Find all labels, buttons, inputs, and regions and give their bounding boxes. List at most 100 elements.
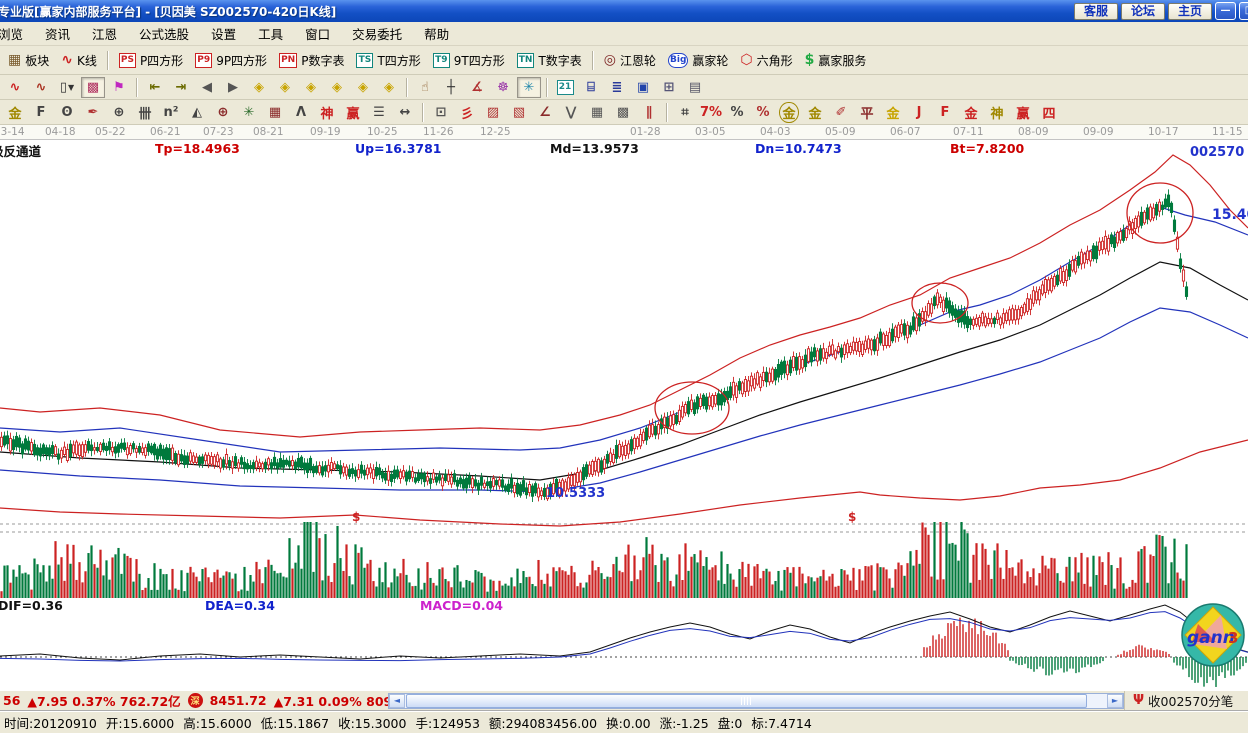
- ruler-123-icon[interactable]: ☰: [367, 102, 391, 123]
- kline-button[interactable]: ∿K线: [55, 50, 103, 71]
- ying-tool-icon[interactable]: 赢: [341, 102, 365, 123]
- menu-item-8[interactable]: 帮助: [413, 22, 460, 46]
- percent-lines-icon[interactable]: %: [751, 102, 775, 123]
- fan-rays-icon[interactable]: 彡: [455, 102, 479, 123]
- mirror-angle-icon[interactable]: ◭: [185, 102, 209, 123]
- pattern-select-icon[interactable]: ▩: [81, 77, 105, 98]
- kline-style-9-icon[interactable]: ∿: [29, 77, 53, 98]
- candle-style-icon-dropdown[interactable]: ▼: [68, 83, 74, 92]
- gold-ratio-icon[interactable]: 金: [3, 102, 27, 123]
- percent-7-icon[interactable]: 7%: [699, 102, 723, 123]
- fibonacci-grid-icon[interactable]: F: [29, 102, 53, 123]
- menu-item-7[interactable]: 交易委托: [341, 22, 413, 46]
- gann-compass-icon[interactable]: ⊕: [107, 102, 131, 123]
- price-scale-icon[interactable]: ⌗: [673, 102, 697, 123]
- menu-item-0[interactable]: 浏览: [0, 22, 34, 46]
- box-frame-icon[interactable]: ⊡: [429, 102, 453, 123]
- diamond-expand-icon[interactable]: ◈: [325, 77, 349, 98]
- homepage-button[interactable]: 主页: [1168, 3, 1212, 20]
- gold-three-icon[interactable]: 金: [881, 102, 905, 123]
- chart-scrollbar[interactable]: ◄ ►: [388, 693, 1124, 709]
- forum-button[interactable]: 论坛: [1121, 3, 1165, 20]
- gold-circle-icon[interactable]: 金: [777, 102, 801, 123]
- export-icon[interactable]: ⊞: [657, 77, 681, 98]
- report-icon[interactable]: ≣: [605, 77, 629, 98]
- menu-item-3[interactable]: 公式选股: [128, 22, 200, 46]
- grid-target-icon[interactable]: ▦: [263, 102, 287, 123]
- calendar-icon[interactable]: 21: [553, 77, 577, 98]
- star-burst-icon[interactable]: ✳: [237, 102, 261, 123]
- menu-item-4[interactable]: 设置: [200, 22, 247, 46]
- n-square-icon[interactable]: n²: [159, 102, 183, 123]
- shen-angle-icon[interactable]: 神: [985, 102, 1009, 123]
- scrollbar-track[interactable]: [405, 694, 1107, 708]
- p9-square-button[interactable]: P99P四方形: [189, 50, 273, 71]
- hexagon-button[interactable]: ⬡六角形: [734, 50, 798, 71]
- angle-rays-icon[interactable]: ∠: [533, 102, 557, 123]
- four-angle-icon[interactable]: 四: [1037, 102, 1061, 123]
- scrollbar-thumb[interactable]: [406, 694, 1087, 708]
- diamond-move-icon[interactable]: ◈: [377, 77, 401, 98]
- gold-lines-icon[interactable]: 金: [803, 102, 827, 123]
- diamond-left-icon[interactable]: ◈: [247, 77, 271, 98]
- peak-marker-icon[interactable]: Λ: [289, 102, 313, 123]
- pattern-brain-icon[interactable]: ✳: [517, 77, 541, 98]
- p-square-button[interactable]: PSP四方形: [113, 50, 189, 71]
- indicator-value-0: Tp=18.4963: [155, 141, 240, 156]
- j-angle-icon[interactable]: J: [907, 102, 931, 123]
- hand-tool-icon[interactable]: ☝: [413, 77, 437, 98]
- v-lines-icon[interactable]: ⋁: [559, 102, 583, 123]
- p-number-table-button[interactable]: PNP数字表: [273, 50, 350, 71]
- step-back-icon[interactable]: ◀: [195, 77, 219, 98]
- blocks-button-icon: ▦: [8, 53, 21, 67]
- save-icon[interactable]: ▣: [631, 77, 655, 98]
- candle-style-icon[interactable]: ▯▼: [55, 77, 79, 98]
- scroll-right-arrow[interactable]: ►: [1107, 694, 1123, 708]
- spiral-icon[interactable]: ʘ: [55, 102, 79, 123]
- t-square-button[interactable]: TST四方形: [350, 50, 426, 71]
- menu-item-1[interactable]: 资讯: [34, 22, 81, 46]
- f-angle-icon[interactable]: F: [933, 102, 957, 123]
- crosshair-icon[interactable]: ┼: [439, 77, 463, 98]
- chart-colors-icon[interactable]: ⚑: [107, 77, 131, 98]
- grid-arrow-icon[interactable]: ▩: [611, 102, 635, 123]
- customer-service-button[interactable]: 客服: [1074, 3, 1118, 20]
- grid-dense-icon[interactable]: ▦: [585, 102, 609, 123]
- parallel-rays-icon[interactable]: ∥: [637, 102, 661, 123]
- scroll-left-arrow[interactable]: ◄: [389, 694, 405, 708]
- print-icon[interactable]: ▤: [683, 77, 707, 98]
- winner-service-button[interactable]: $赢家服务: [799, 50, 873, 71]
- t-number-table-button[interactable]: TNT数字表: [511, 50, 588, 71]
- blocks-button[interactable]: ▦板块: [2, 50, 55, 71]
- menu-item-2[interactable]: 江恩: [81, 22, 128, 46]
- minimize-button[interactable]: —: [1215, 2, 1236, 20]
- menu-item-6[interactable]: 窗口: [294, 22, 341, 46]
- gann-shape-icon[interactable]: ☸: [491, 77, 515, 98]
- level-lines-icon[interactable]: 平: [855, 102, 879, 123]
- step-forward-icon[interactable]: ▶: [221, 77, 245, 98]
- calculator-icon[interactable]: ⌸: [579, 77, 603, 98]
- t9-square-button[interactable]: T99T四方形: [427, 50, 511, 71]
- fan-box-icon[interactable]: ▨: [481, 102, 505, 123]
- diamond-all-icon[interactable]: ◈: [351, 77, 375, 98]
- maximize-button[interactable]: □: [1239, 2, 1248, 20]
- diamond-horizontal-icon[interactable]: ◈: [299, 77, 323, 98]
- menu-item-5[interactable]: 工具: [247, 22, 294, 46]
- bars-grid-icon[interactable]: 卌: [133, 102, 157, 123]
- gann-wheel-button[interactable]: ◎江恩轮: [598, 50, 662, 71]
- goto-last-icon[interactable]: ⇥: [169, 77, 193, 98]
- pen-marker-icon[interactable]: ✒: [81, 102, 105, 123]
- shen-tool-icon[interactable]: 神: [315, 102, 339, 123]
- goto-first-icon[interactable]: ⇤: [143, 77, 167, 98]
- diamond-right-icon[interactable]: ◈: [273, 77, 297, 98]
- fan-box-alt-icon[interactable]: ▧: [507, 102, 531, 123]
- ying-angle-icon[interactable]: 赢: [1011, 102, 1035, 123]
- kline-style-3-icon[interactable]: ∿: [3, 77, 27, 98]
- span-arrows-icon[interactable]: ↔: [393, 102, 417, 123]
- flag-pen-icon[interactable]: ✐: [829, 102, 853, 123]
- angle-measure-icon[interactable]: ∡: [465, 77, 489, 98]
- circle-target-icon[interactable]: ⊕: [211, 102, 235, 123]
- percent-icon[interactable]: %: [725, 102, 749, 123]
- winner-wheel-button[interactable]: Big赢家轮: [662, 50, 734, 71]
- gold-angle-icon[interactable]: 金: [959, 102, 983, 123]
